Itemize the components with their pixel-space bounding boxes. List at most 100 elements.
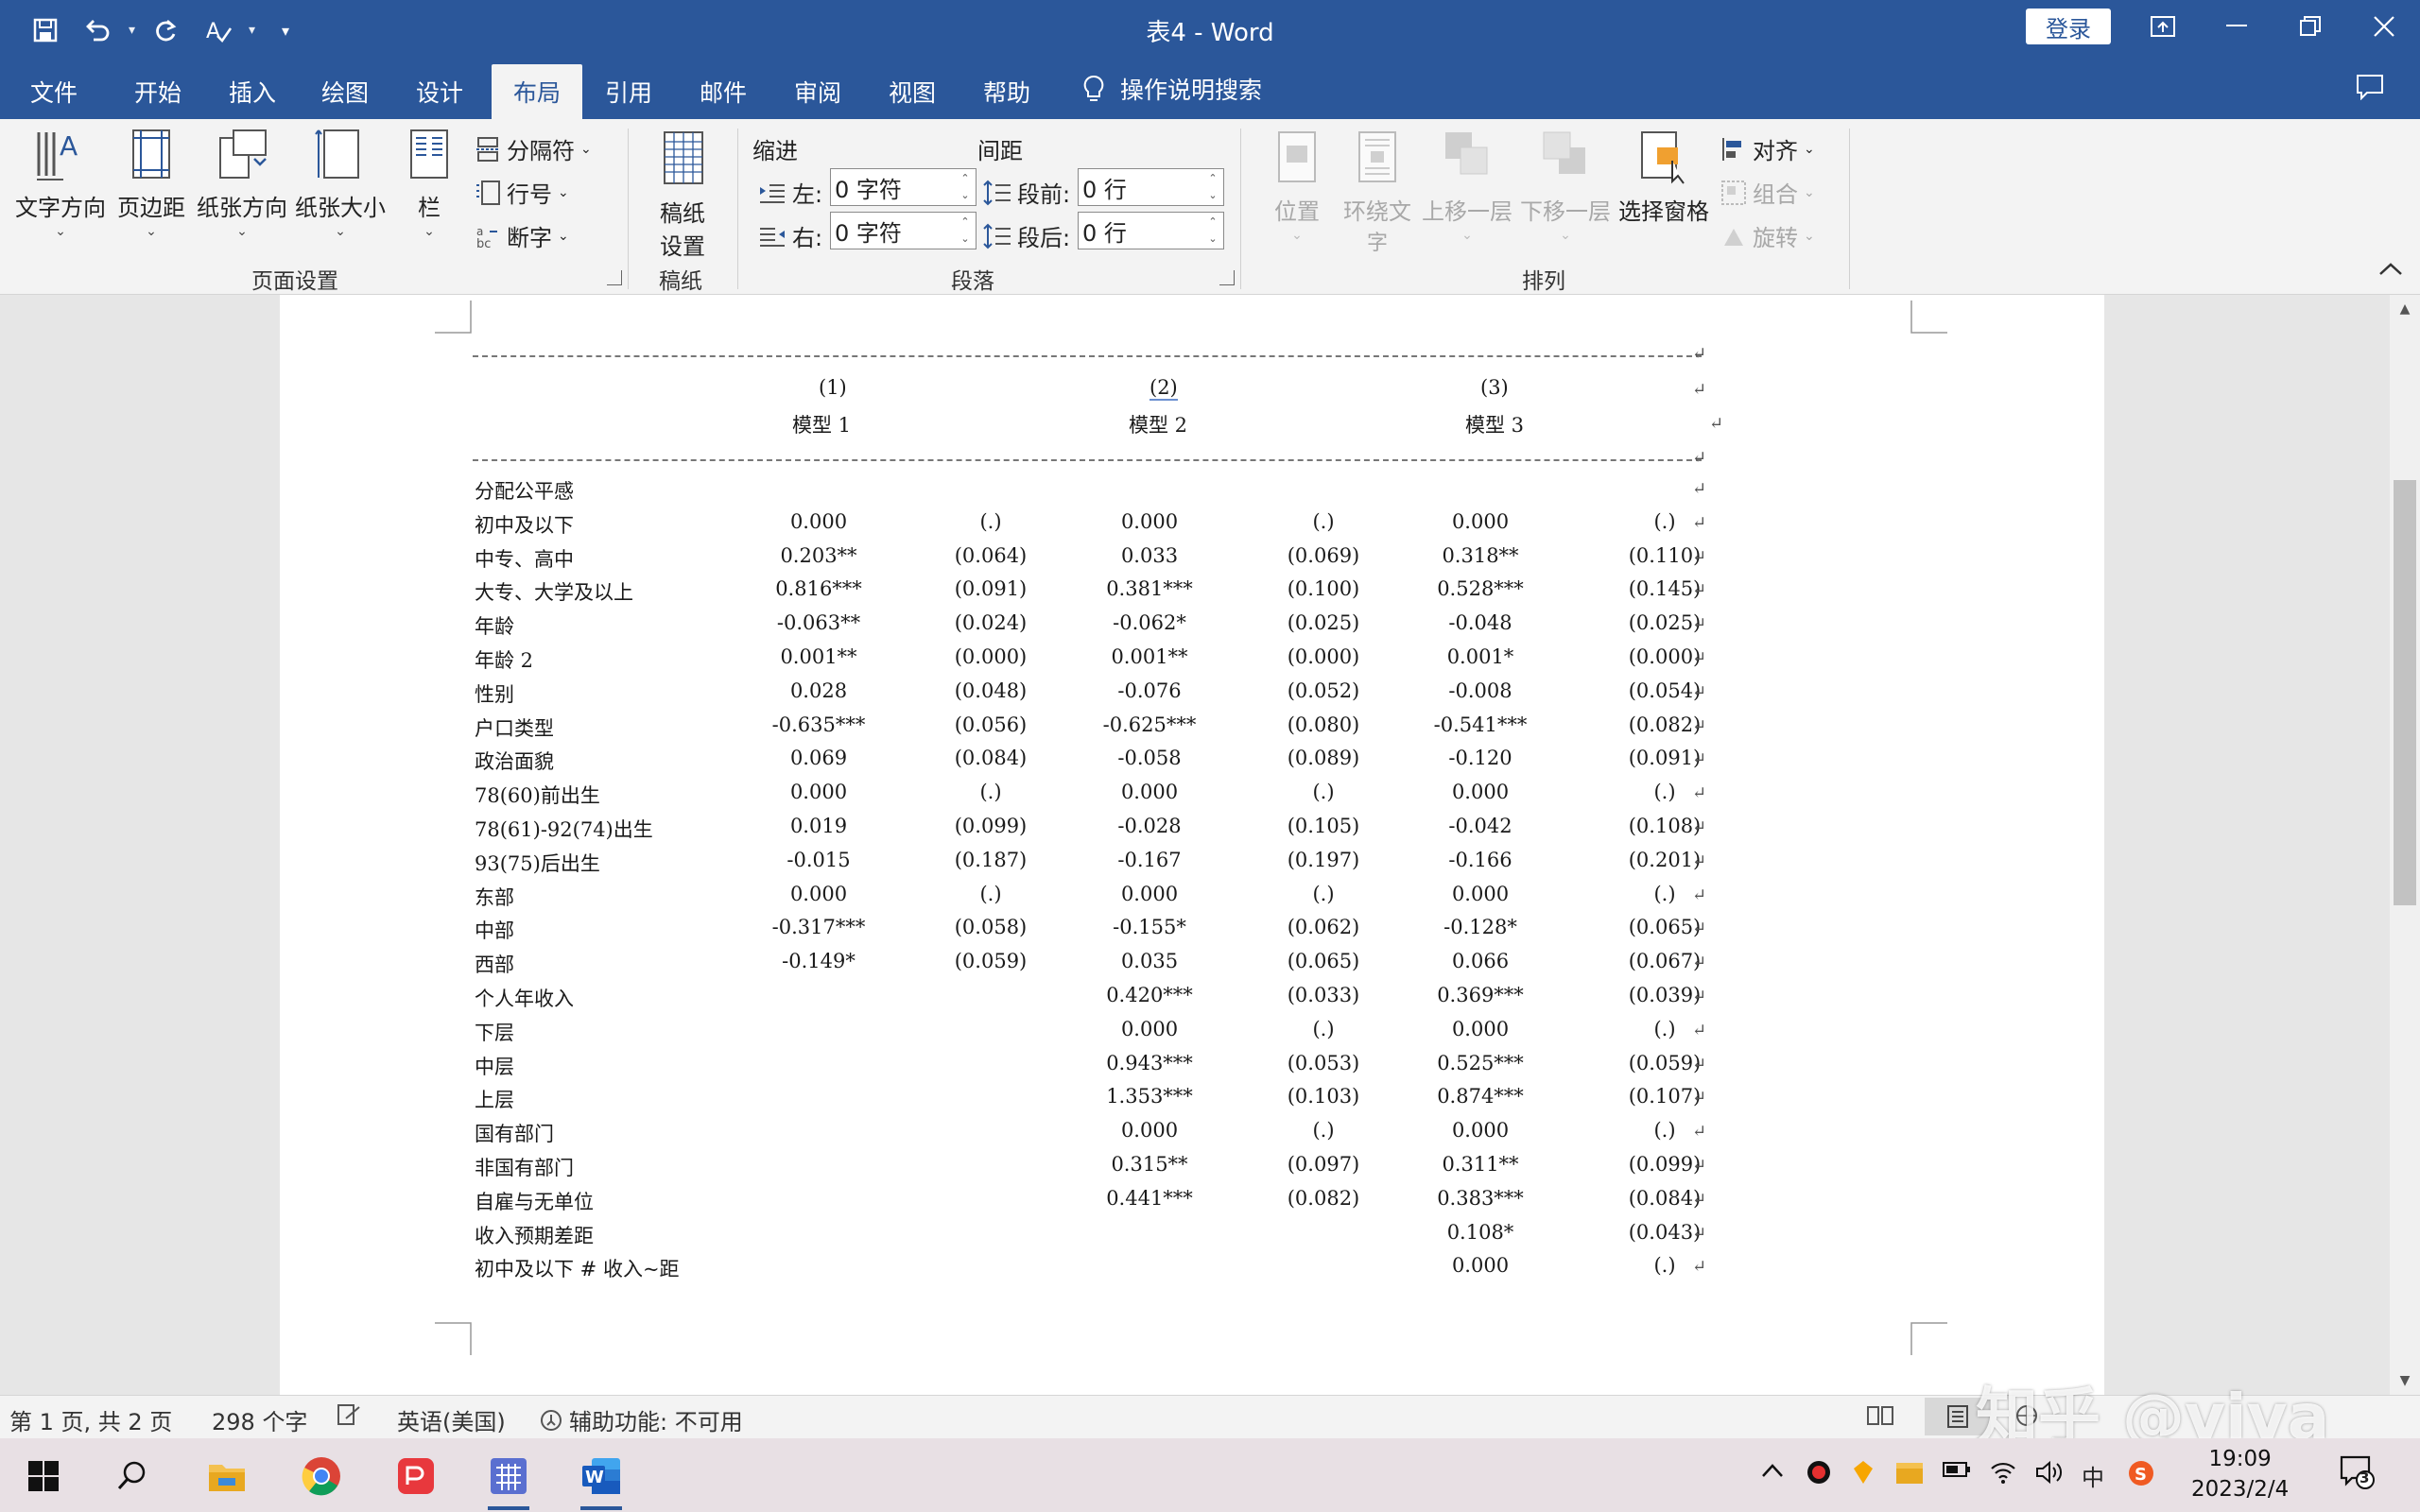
tell-me-search[interactable]: 操作说明搜索 bbox=[1082, 72, 1262, 106]
page-count[interactable]: 第 1 页, 共 2 页 bbox=[9, 1403, 172, 1436]
table-cell-stderr: (0.048) bbox=[954, 679, 1028, 702]
send-backward-button[interactable]: 下移一层 ⌄ bbox=[1516, 129, 1615, 243]
table-cell-coefficient: 0.000 bbox=[1120, 1119, 1179, 1143]
pdf-reader-icon[interactable] bbox=[388, 1448, 444, 1504]
table-cell-coefficient: 0.035 bbox=[1120, 950, 1179, 973]
table-cell-stderr: (0.145) bbox=[1628, 577, 1702, 601]
vertical-scrollbar[interactable]: ▲ ▼ bbox=[2390, 295, 2420, 1395]
spacing-before-input[interactable]: 0 行 ⌃ ⌄ bbox=[1078, 168, 1224, 206]
show-hidden-icons-icon[interactable] bbox=[1760, 1459, 1785, 1486]
system-clock[interactable]: 19:09 2023/2/4 bbox=[2191, 1444, 2289, 1504]
tab-file[interactable]: 文件 bbox=[13, 64, 95, 119]
restore-icon[interactable] bbox=[2273, 0, 2348, 53]
tab-layout[interactable]: 布局 bbox=[492, 64, 582, 119]
paragraph-launcher-icon[interactable] bbox=[1219, 270, 1235, 285]
windows-start-icon[interactable] bbox=[15, 1448, 72, 1504]
scroll-down-icon[interactable]: ▼ bbox=[2390, 1366, 2420, 1395]
record-icon[interactable] bbox=[1806, 1459, 1832, 1491]
tab-draw[interactable]: 绘图 bbox=[304, 64, 386, 119]
folder-tray-icon[interactable] bbox=[1894, 1459, 1925, 1491]
line-numbers-button[interactable]: 行号 ⌄ bbox=[475, 176, 569, 209]
paragraph-mark: ↵ bbox=[1692, 1156, 1707, 1176]
table-cell-coefficient: 0.420*** bbox=[1106, 984, 1193, 1006]
indent-right-label: 右: bbox=[792, 225, 823, 251]
tab-home[interactable]: 开始 bbox=[117, 64, 199, 119]
table-cell-coefficient: 0.019 bbox=[789, 815, 848, 837]
tab-design[interactable]: 设计 bbox=[399, 64, 480, 119]
ime-indicator[interactable]: 中 bbox=[2082, 1459, 2104, 1492]
search-icon[interactable] bbox=[104, 1448, 161, 1504]
ribbon-display-options-icon[interactable] bbox=[2125, 0, 2201, 53]
volume-icon[interactable] bbox=[2034, 1459, 2065, 1491]
breaks-button[interactable]: 分隔符 ⌄ bbox=[475, 132, 592, 165]
orientation-button[interactable]: 纸张方向 ⌄ bbox=[193, 125, 291, 239]
table-cell-stderr: (.) bbox=[979, 882, 1002, 905]
table-cell-stderr: (0.059) bbox=[1628, 1051, 1702, 1074]
table-cell-stderr: (.) bbox=[1653, 1119, 1676, 1143]
columns-button[interactable]: 栏 ⌄ bbox=[401, 125, 458, 239]
indent-left-input[interactable]: 0 字符 ⌃ ⌄ bbox=[830, 168, 977, 206]
minimize-icon[interactable] bbox=[2199, 0, 2274, 53]
indent-right-spinner-icon[interactable]: ⌃ ⌄ bbox=[957, 214, 974, 248]
col3-number: (3) bbox=[1480, 376, 1509, 399]
comments-icon[interactable] bbox=[2356, 74, 2384, 104]
manuscript-settings-button[interactable]: 稿纸 设置 bbox=[643, 130, 722, 261]
file-explorer-icon[interactable] bbox=[199, 1448, 255, 1504]
position-button[interactable]: 位置 ⌄ bbox=[1263, 129, 1331, 243]
proofing-icon[interactable] bbox=[337, 1403, 361, 1426]
table-cell-stderr: (0.091) bbox=[954, 577, 1028, 601]
chrome-icon[interactable] bbox=[293, 1448, 350, 1504]
rotate-button[interactable]: 旋转 ⌄ bbox=[1720, 219, 1815, 252]
group-button[interactable]: 组合 ⌄ bbox=[1720, 176, 1815, 209]
scroll-up-icon[interactable]: ▲ bbox=[2390, 295, 2420, 323]
margins-button[interactable]: 页边距 ⌄ bbox=[112, 125, 191, 239]
collapse-ribbon-icon[interactable] bbox=[2378, 261, 2403, 282]
notification-center-icon[interactable]: 3 bbox=[2339, 1453, 2377, 1497]
scrollbar-thumb[interactable] bbox=[2394, 480, 2416, 905]
table-row-label: 个人年收入 bbox=[475, 988, 574, 1010]
ribbon-tabs: 文件 开始 插入 绘图 设计 布局 引用 邮件 审阅 视图 帮助 操作说明搜索 bbox=[0, 60, 2420, 119]
indent-left-spinner-icon[interactable]: ⌃ ⌄ bbox=[957, 170, 974, 204]
page-setup-launcher-icon[interactable] bbox=[607, 270, 622, 285]
word-count[interactable]: 298 个字 bbox=[212, 1403, 307, 1436]
read-mode-icon[interactable] bbox=[1866, 1403, 1894, 1428]
tab-help[interactable]: 帮助 bbox=[966, 64, 1047, 119]
send-backward-icon bbox=[1543, 131, 1585, 174]
close-icon[interactable] bbox=[2346, 0, 2420, 53]
spacing-after-spinner-icon[interactable]: ⌃ ⌄ bbox=[1204, 214, 1221, 248]
tab-references[interactable]: 引用 bbox=[588, 64, 669, 119]
indent-right-input[interactable]: 0 字符 ⌃ ⌄ bbox=[830, 212, 977, 249]
tab-insert[interactable]: 插入 bbox=[212, 64, 293, 119]
text-direction-button[interactable]: A 文字方向 ⌄ bbox=[13, 125, 108, 239]
tab-view[interactable]: 视图 bbox=[872, 64, 953, 119]
selection-pane-button[interactable]: 选择窗格 bbox=[1615, 129, 1713, 226]
table-cell-stderr: (0.024) bbox=[954, 611, 1028, 635]
bring-forward-button[interactable]: 上移一层 ⌄ bbox=[1418, 129, 1516, 243]
tab-review[interactable]: 审阅 bbox=[777, 64, 858, 119]
align-button[interactable]: 对齐 ⌄ bbox=[1720, 132, 1815, 165]
tab-mailings[interactable]: 邮件 bbox=[683, 64, 764, 119]
sogou-ime-icon[interactable]: S bbox=[2127, 1459, 2155, 1493]
spacing-after-input[interactable]: 0 行 ⌃ ⌄ bbox=[1078, 212, 1224, 249]
wrap-text-button[interactable]: 环绕文 字 bbox=[1335, 129, 1420, 256]
app-tray-icon[interactable] bbox=[1851, 1459, 1876, 1491]
table-cell-coefficient: -0.167 bbox=[1117, 848, 1182, 871]
document-page[interactable]: ↵ (1) (2) (3) ↵ 模型 1 模型 2 模型 3 ↵ ↵ 分配公平感… bbox=[280, 295, 2104, 1395]
regression-table[interactable]: ↵ (1) (2) (3) ↵ 模型 1 模型 2 模型 3 ↵ ↵ 分配公平感… bbox=[280, 295, 2104, 1395]
table-cell-stderr: (0.089) bbox=[1287, 747, 1360, 770]
table-cell-coefficient: -0.625*** bbox=[1102, 713, 1197, 736]
spacing-before-spinner-icon[interactable]: ⌃ ⌄ bbox=[1204, 170, 1221, 204]
login-button[interactable]: 登录 bbox=[2026, 9, 2111, 44]
calendar-app-icon[interactable] bbox=[480, 1448, 537, 1510]
table-cell-stderr: (0.107) bbox=[1628, 1085, 1702, 1108]
size-button[interactable]: 纸张大小 ⌄ bbox=[291, 125, 389, 239]
word-app-icon[interactable]: W bbox=[573, 1448, 630, 1510]
wifi-icon[interactable] bbox=[1989, 1459, 2017, 1491]
table-cell-stderr: (0.058) bbox=[954, 916, 1028, 939]
table-row-label: 年龄 2 bbox=[475, 649, 534, 672]
language-indicator[interactable]: 英语(美国) bbox=[397, 1403, 506, 1436]
hyphenation-button[interactable]: a bc 断字 ⌄ bbox=[475, 219, 569, 252]
accessibility-status[interactable]: 辅助功能: 不可用 bbox=[539, 1403, 743, 1436]
spacing-after-icon bbox=[983, 223, 1011, 249]
table-cell-stderr: (0.065) bbox=[1287, 950, 1360, 973]
